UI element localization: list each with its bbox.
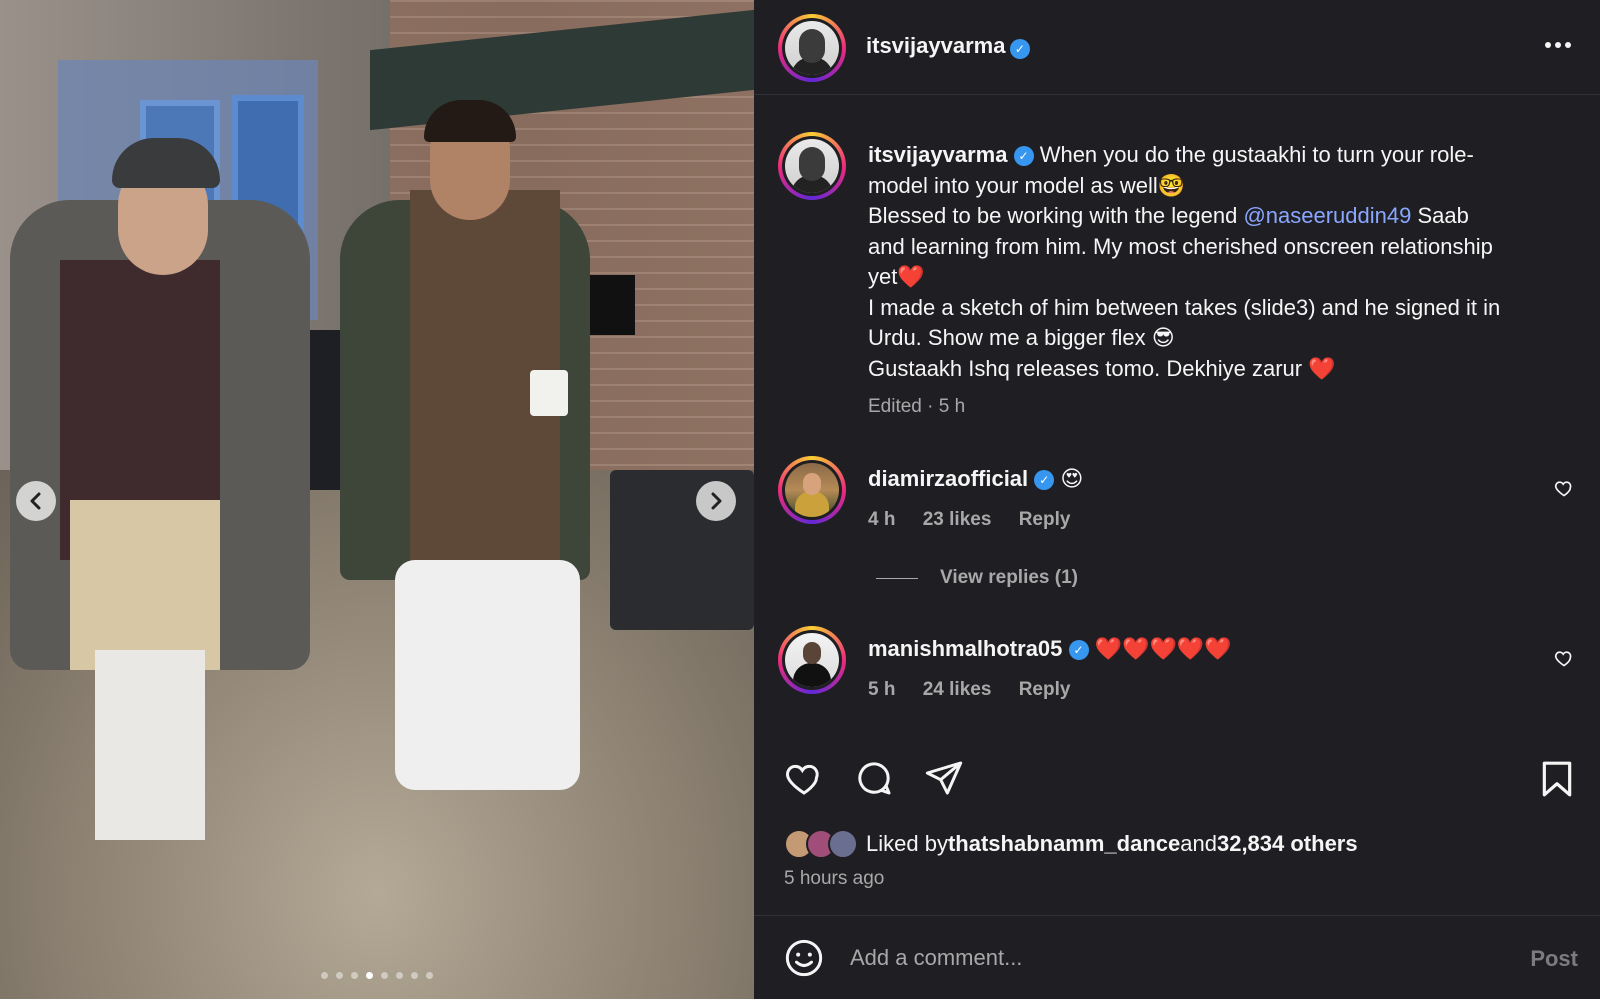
reply-button[interactable]: Reply bbox=[1019, 509, 1071, 530]
comment-avatar[interactable] bbox=[778, 626, 846, 694]
likes-others[interactable]: 32,834 others bbox=[1217, 831, 1358, 857]
bookmark-icon[interactable] bbox=[1540, 760, 1574, 798]
photo-person-pants bbox=[95, 650, 205, 840]
likes-prefix: Liked by bbox=[866, 831, 948, 856]
caption-author-avatar[interactable] bbox=[778, 132, 846, 200]
liker-avatars bbox=[784, 829, 858, 859]
divider bbox=[876, 577, 918, 579]
comment-meta: 4 h 23 likes Reply bbox=[868, 509, 1092, 531]
view-replies-label: View replies (1) bbox=[940, 567, 1078, 588]
view-replies-button[interactable]: View replies (1) bbox=[876, 567, 1078, 589]
previous-slide-button[interactable] bbox=[16, 481, 56, 521]
post-detail-panel: itsvijayvarma ✓ itsvijayvarma ✓ When you… bbox=[754, 0, 1600, 999]
more-options-button[interactable] bbox=[1544, 30, 1572, 50]
comment-composer: Post bbox=[754, 915, 1600, 999]
author-avatar[interactable] bbox=[778, 14, 846, 82]
mention-link[interactable]: @naseeruddin49 bbox=[1243, 203, 1411, 228]
post-photo bbox=[0, 0, 754, 999]
slide-dot bbox=[381, 972, 388, 979]
comment-likes[interactable]: 23 likes bbox=[923, 509, 992, 530]
comment-time: 5 h bbox=[868, 678, 896, 700]
chevron-left-icon bbox=[30, 492, 41, 510]
caption-meta: Edited · 5 h bbox=[868, 396, 966, 417]
author-username[interactable]: itsvijayvarma bbox=[866, 33, 1005, 58]
caption: itsvijayvarma ✓ When you do the gustaakh… bbox=[868, 140, 1588, 418]
next-slide-button[interactable] bbox=[696, 481, 736, 521]
comment-meta: 5 h 24 likes Reply bbox=[868, 679, 1232, 701]
caption-username[interactable]: itsvijayvarma bbox=[868, 142, 1007, 167]
post-header: itsvijayvarma ✓ bbox=[754, 0, 1600, 95]
caption-line: and learning from him. My most cherished… bbox=[868, 233, 1493, 259]
reply-button[interactable]: Reply bbox=[1019, 679, 1071, 700]
chevron-right-icon bbox=[711, 492, 722, 510]
post-time: 5 hours ago bbox=[784, 868, 885, 889]
comment-likes[interactable]: 24 likes bbox=[923, 679, 992, 700]
caption-line: model into your model as well🤓 bbox=[868, 172, 1186, 198]
send-icon[interactable] bbox=[924, 758, 964, 798]
comment-body: manishmalhotra05 ✓ ❤️❤️❤️❤️❤️ bbox=[868, 634, 1232, 665]
comment-body: diamirzaofficial ✓ 😍 bbox=[868, 464, 1092, 495]
slide-dot bbox=[321, 972, 328, 979]
comment: manishmalhotra05 ✓ ❤️❤️❤️❤️❤️ 5 h 24 lik… bbox=[868, 634, 1232, 701]
slide-indicator bbox=[0, 972, 754, 979]
header-username-row: itsvijayvarma ✓ bbox=[866, 33, 1030, 59]
slide-dot bbox=[336, 972, 343, 979]
comment-text: 😍 bbox=[1060, 466, 1084, 491]
photo-person-kurta bbox=[70, 500, 220, 670]
avatar-image bbox=[785, 633, 839, 687]
heart-icon[interactable] bbox=[1554, 478, 1574, 498]
avatar-image bbox=[785, 463, 839, 517]
comment-avatar[interactable] bbox=[778, 456, 846, 524]
verified-badge-icon: ✓ bbox=[1009, 38, 1030, 59]
slide-dot bbox=[426, 972, 433, 979]
slide-dot bbox=[396, 972, 403, 979]
photo-cup bbox=[530, 370, 568, 416]
caption-line: I made a sketch of him between takes (sl… bbox=[868, 294, 1501, 320]
verified-badge-icon: ✓ bbox=[1013, 146, 1034, 167]
comment-username[interactable]: manishmalhotra05 bbox=[868, 636, 1062, 661]
caption-line: yet❤️ bbox=[868, 264, 925, 289]
comment-username[interactable]: diamirzaofficial bbox=[868, 466, 1028, 491]
comment-text: ❤️❤️❤️❤️❤️ bbox=[1094, 636, 1232, 661]
comment: diamirzaofficial ✓ 😍 4 h 23 likes Reply bbox=[868, 464, 1092, 531]
likes-summary[interactable]: Liked by thatshabnamm_dance and 32,834 o… bbox=[784, 829, 1358, 859]
caption-text: itsvijayvarma ✓ When you do the gustaakh… bbox=[868, 140, 1588, 384]
caption-line: Blessed to be working with the legend bbox=[868, 203, 1244, 228]
avatar-image bbox=[785, 139, 839, 193]
caption-line: Gustaakh Ishq releases tomo. Dekhiye zar… bbox=[868, 355, 1336, 381]
slide-dot bbox=[411, 972, 418, 979]
comment-input[interactable] bbox=[850, 938, 1470, 978]
comment-icon[interactable] bbox=[854, 758, 894, 798]
slide-dot bbox=[351, 972, 358, 979]
smiley-icon[interactable] bbox=[784, 938, 824, 978]
avatar-image bbox=[785, 21, 839, 75]
heart-icon[interactable] bbox=[784, 758, 824, 798]
caption-line: When you do the gustaakhi to turn your r… bbox=[1039, 142, 1474, 167]
comment-time: 4 h bbox=[868, 508, 896, 530]
more-horizontal-icon bbox=[1545, 42, 1571, 48]
post-actions bbox=[784, 758, 964, 798]
slide-dot bbox=[366, 972, 373, 979]
heart-icon[interactable] bbox=[1554, 648, 1574, 668]
verified-badge-icon: ✓ bbox=[1034, 470, 1055, 491]
liked-by-user[interactable]: thatshabnamm_dance bbox=[948, 831, 1180, 857]
caption-line: Saab bbox=[1411, 203, 1469, 228]
caption-line: Urdu. Show me a bigger flex 😎 bbox=[868, 325, 1175, 350]
likes-middle: and bbox=[1180, 831, 1217, 856]
verified-badge-icon: ✓ bbox=[1068, 640, 1089, 661]
photo-person-pants bbox=[395, 560, 580, 790]
post-comment-button[interactable]: Post bbox=[1530, 946, 1578, 972]
